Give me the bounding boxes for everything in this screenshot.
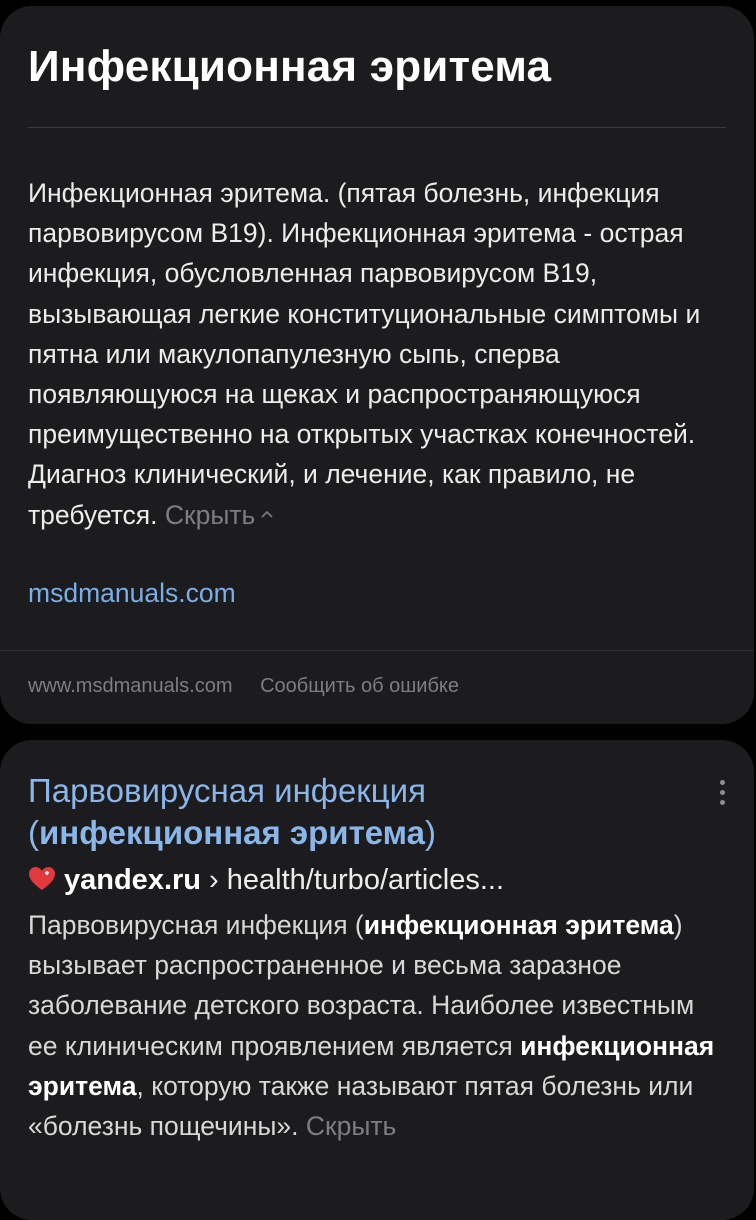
- chevron-up-icon: [261, 510, 273, 518]
- divider: [0, 650, 754, 651]
- hide-button[interactable]: Скрыть: [306, 1111, 396, 1141]
- hide-label: Скрыть: [164, 499, 256, 530]
- result-title-part: ): [424, 814, 436, 851]
- search-result-card: Парвовирусная инфекция (инфекционная эри…: [0, 740, 754, 1220]
- answer-card: Инфекционная эритема Инфекционная эритем…: [0, 6, 754, 724]
- result-title-highlight: инфекционная эритема: [39, 814, 425, 851]
- result-url[interactable]: yandex.ru › health/turbo/articles...: [28, 864, 504, 897]
- divider: [28, 127, 726, 128]
- result-path: › health/turbo/articles...: [201, 864, 505, 896]
- answer-body: Инфекционная эритема. (пятая болезнь, ин…: [28, 173, 718, 535]
- hide-button[interactable]: Скрыть: [165, 500, 273, 530]
- kebab-menu-icon[interactable]: [716, 780, 728, 810]
- source-link[interactable]: msdmanuals.com: [28, 578, 236, 609]
- snippet-text: Парвовирусная инфекция (: [28, 910, 364, 940]
- report-error-link[interactable]: Сообщить об ошибке: [260, 675, 459, 697]
- answer-text: Инфекционная эритема. (пятая болезнь, ин…: [28, 178, 701, 530]
- heart-icon: [29, 867, 55, 890]
- result-host: yandex.ru: [64, 864, 201, 896]
- snippet-highlight: инфекционная эритема: [363, 910, 674, 940]
- footer-domain-link[interactable]: www.msdmanuals.com: [28, 675, 233, 697]
- answer-footer: www.msdmanuals.com Сообщить об ошибке: [28, 675, 481, 698]
- answer-title: Инфекционная эритема: [28, 42, 552, 91]
- result-snippet: Парвовирусная инфекция (инфекционная эри…: [28, 905, 728, 1146]
- result-title-link[interactable]: Парвовирусная инфекция (инфекционная эри…: [28, 770, 678, 854]
